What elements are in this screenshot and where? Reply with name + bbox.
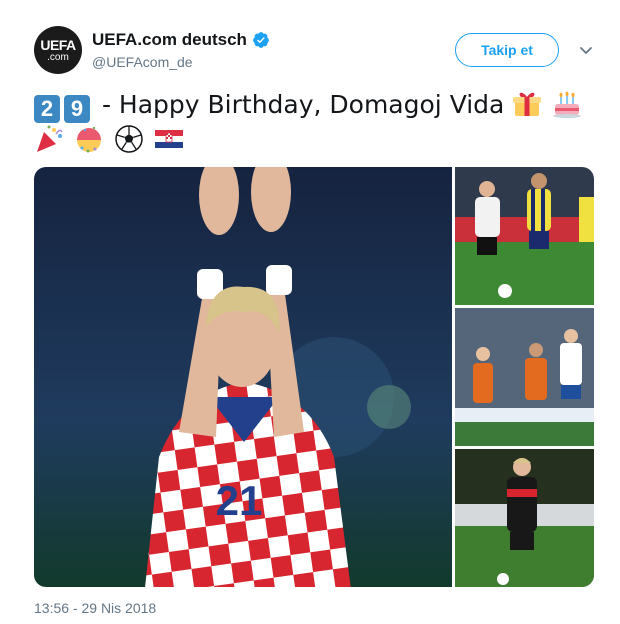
verified-badge-icon <box>253 32 269 48</box>
thumbnail-photo-3[interactable] <box>455 449 594 587</box>
tweet-text-line-1: 29 - Happy Birthday, Domagoj Vida <box>34 88 604 123</box>
soccer-ball-emoji <box>115 125 143 153</box>
tweet-text-line-2 <box>34 123 604 157</box>
user-handle[interactable]: @UEFAcom_de <box>92 54 270 70</box>
thumbnail-photo-1[interactable] <box>455 167 594 305</box>
party-popper-emoji <box>37 125 63 152</box>
croatia-flag-emoji <box>154 130 183 148</box>
main-photo[interactable]: 21 <box>34 167 452 587</box>
avatar[interactable]: UEFA .com <box>34 26 82 74</box>
birthday-cake-emoji <box>553 91 582 118</box>
media-grid: 21 <box>34 167 594 587</box>
tweet-header: UEFA .com UEFA.com deutsch @UEFAcom_de T… <box>34 22 604 78</box>
keycap-digit-2: 2 <box>34 95 60 123</box>
display-name-row[interactable]: UEFA.com deutsch <box>92 30 270 50</box>
user-names: UEFA.com deutsch @UEFAcom_de <box>92 30 270 70</box>
tweet-text: 29 - Happy Birthday, Domagoj Vida <box>34 88 604 157</box>
birthday-message: - Happy Birthday, Domagoj Vida <box>94 90 505 119</box>
avatar-text-uefa: UEFA <box>40 36 76 53</box>
chevron-down-icon[interactable] <box>578 42 594 58</box>
jersey-number: 21 <box>216 477 263 524</box>
thumbnail-photo-2[interactable] <box>455 308 594 446</box>
avatar-text-com: .com <box>47 51 69 63</box>
keycap-digit-9: 9 <box>64 95 90 123</box>
timestamp[interactable]: 13:56 - 29 Nis 2018 <box>34 600 156 616</box>
confetti-ball-emoji <box>76 126 101 153</box>
display-name[interactable]: UEFA.com deutsch <box>92 30 247 50</box>
follow-button[interactable]: Takip et <box>455 33 559 67</box>
gift-emoji <box>513 92 542 116</box>
